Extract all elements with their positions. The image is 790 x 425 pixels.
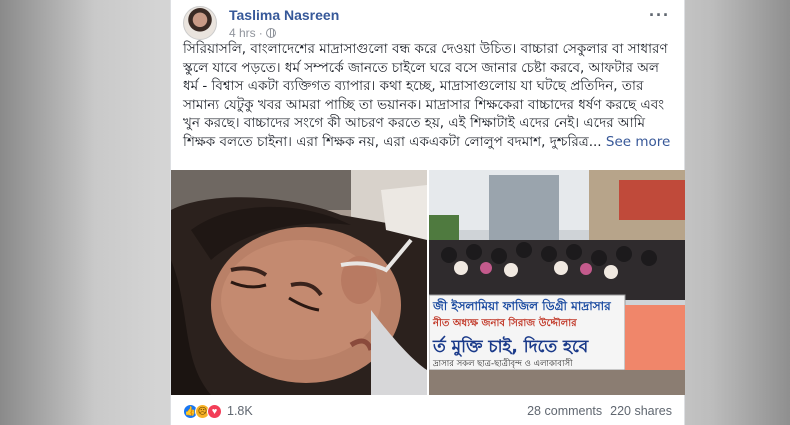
banner-line-2: নীত অধ্যক্ষ জনাব সিরাজ উদ্দৌলার — [432, 315, 577, 329]
more-options-icon[interactable]: ··· — [649, 6, 670, 24]
post-card: Taslima Nasreen 4 hrs · ··· সিরিয়াসলি, … — [170, 0, 685, 425]
reactions-summary[interactable]: 👍 ☹ ♥ 1.8K — [183, 403, 253, 419]
banner-line-4: দ্রাসার সকল ছাত্র-ছাত্রীবৃন্দ ও এলাকাবাস… — [432, 357, 573, 369]
comments-count[interactable]: 28 comments — [527, 404, 602, 418]
globe-icon[interactable] — [265, 28, 276, 38]
engagement-counts: 28 comments 220 shares — [527, 404, 672, 418]
post-time[interactable]: 4 hrs — [229, 26, 256, 40]
victim-photo-image — [171, 170, 427, 395]
shares-count[interactable]: 220 shares — [610, 404, 672, 418]
post-photos: জী ইসলামিয়া ফাজিল ডিগ্রী মাদ্রাসার নীত … — [171, 170, 685, 395]
reaction-count[interactable]: 1.8K — [227, 404, 253, 418]
banner-line-1: জী ইসলামিয়া ফাজিল ডিগ্রী মাদ্রাসার — [432, 298, 611, 313]
protest-photo-image: জী ইসলামিয়া ফাজিল ডিগ্রী মাদ্রাসার নীত … — [429, 170, 685, 395]
post-meta: 4 hrs · — [229, 26, 276, 40]
post-footer: 👍 ☹ ♥ 1.8K 28 comments 220 shares — [183, 398, 672, 424]
post-text: সিরিয়াসলি, বাংলাদেশের মাদ্রাসাগুলো বন্ধ… — [183, 40, 673, 152]
photo-victim[interactable] — [171, 170, 427, 395]
see-more-link[interactable]: See more — [606, 134, 670, 150]
post-body: সিরিয়াসলি, বাংলাদেশের মাদ্রাসাগুলো বন্ধ… — [183, 41, 668, 150]
author-name[interactable]: Taslima Nasreen — [229, 7, 339, 23]
photo-protest[interactable]: জী ইসলামিয়া ফাজিল ডিগ্রী মাদ্রাসার নীত … — [429, 170, 685, 395]
post-header: Taslima Nasreen 4 hrs · ··· — [183, 6, 674, 40]
banner-line-3: র্ত মুক্তি চাই, দিতে হবে — [432, 335, 590, 357]
love-icon: ♥ — [207, 403, 222, 419]
author-avatar[interactable] — [183, 6, 217, 40]
